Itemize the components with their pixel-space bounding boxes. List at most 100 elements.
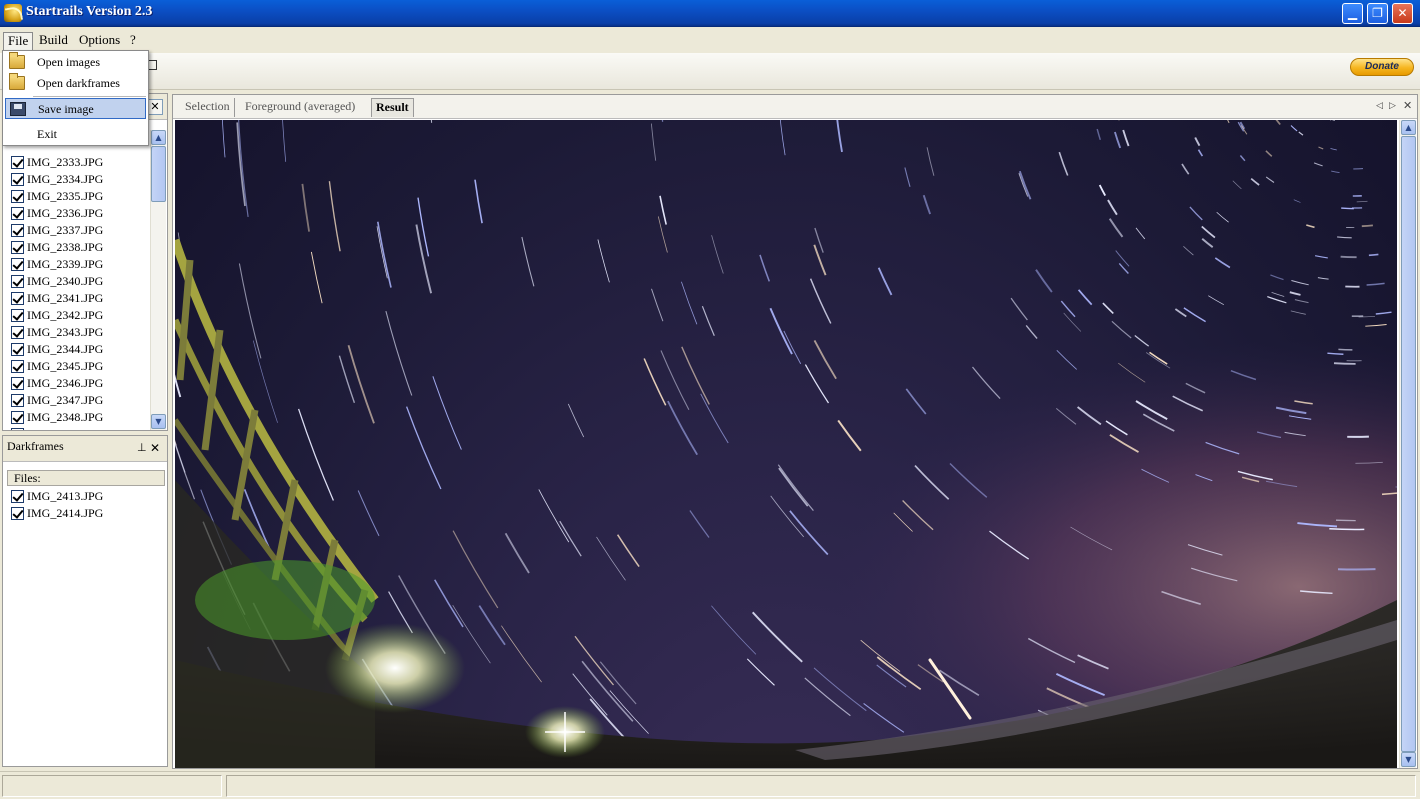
- menu-open-darkframes[interactable]: Open darkframes: [5, 73, 146, 94]
- file-row[interactable]: IMG_2344.JPG: [3, 341, 149, 358]
- file-name: IMG_2333.JPG: [27, 155, 104, 169]
- file-checkbox[interactable]: [11, 490, 24, 503]
- image-scrollbar[interactable]: ▲ ▼: [1399, 120, 1416, 768]
- file-checkbox[interactable]: [11, 428, 24, 430]
- file-row[interactable]: IMG_2336.JPG: [3, 205, 149, 222]
- file-row[interactable]: IMG_2349.JPG: [3, 426, 149, 430]
- file-checkbox[interactable]: [11, 190, 24, 203]
- file-row[interactable]: IMG_2340.JPG: [3, 273, 149, 290]
- star-trail: [1341, 207, 1354, 210]
- menu-open-images[interactable]: Open images: [5, 52, 146, 73]
- file-checkbox[interactable]: [11, 173, 24, 186]
- tab-prev-icon[interactable]: ◁: [1376, 101, 1383, 111]
- files-column-header[interactable]: Files:: [7, 470, 165, 486]
- star-trail: [1333, 362, 1356, 365]
- scroll-down-arrow[interactable]: ▼: [151, 414, 166, 429]
- menu-file[interactable]: File: [3, 32, 34, 50]
- images-scrollbar[interactable]: ▲ ▼: [150, 130, 166, 430]
- file-row[interactable]: IMG_2343.JPG: [3, 324, 149, 341]
- darkframe-file-list: IMG_2413.JPG IMG_2414.JPG: [3, 488, 163, 522]
- menu-open-images-label: Open images: [37, 55, 100, 69]
- file-name: IMG_2341.JPG: [27, 291, 104, 305]
- tab-bar: Selection Foreground (averaged) Result ◁…: [173, 95, 1417, 119]
- image-scroll-up-arrow[interactable]: ▲: [1401, 120, 1416, 135]
- image-scroll-thumb[interactable]: [1401, 136, 1416, 752]
- app-icon: [4, 4, 22, 22]
- file-row[interactable]: IMG_2334.JPG: [3, 171, 149, 188]
- file-checkbox[interactable]: [11, 507, 24, 520]
- menu-exit[interactable]: Exit: [5, 124, 146, 145]
- file-row[interactable]: IMG_2338.JPG: [3, 239, 149, 256]
- menu-save-image[interactable]: Save image: [5, 98, 146, 119]
- main-pane: Selection Foreground (averaged) Result ◁…: [172, 94, 1418, 769]
- file-checkbox[interactable]: [11, 309, 24, 322]
- minimize-button[interactable]: ▁: [1342, 3, 1363, 24]
- tab-result[interactable]: Result: [371, 98, 414, 117]
- menu-save-image-label: Save image: [38, 102, 94, 116]
- status-cell-1: [2, 775, 222, 797]
- file-row[interactable]: IMG_2333.JPG: [3, 154, 149, 171]
- image-scroll-down-arrow[interactable]: ▼: [1401, 752, 1416, 767]
- green-foliage: [195, 560, 375, 640]
- file-checkbox[interactable]: [11, 275, 24, 288]
- file-row[interactable]: IMG_2413.JPG: [3, 488, 163, 505]
- file-checkbox[interactable]: [11, 156, 24, 169]
- file-row[interactable]: IMG_2348.JPG: [3, 409, 149, 426]
- file-name: IMG_2345.JPG: [27, 359, 104, 373]
- file-checkbox[interactable]: [11, 377, 24, 390]
- maximize-button[interactable]: ❐: [1367, 3, 1388, 24]
- file-checkbox[interactable]: [11, 224, 24, 237]
- status-bar: [0, 771, 1420, 799]
- file-row[interactable]: IMG_2345.JPG: [3, 358, 149, 375]
- tab-foreground[interactable]: Foreground (averaged): [241, 98, 359, 117]
- window-title: Startrails Version 2.3: [26, 4, 153, 19]
- tab-next-icon[interactable]: ▷: [1389, 101, 1396, 111]
- file-name: IMG_2346.JPG: [27, 376, 104, 390]
- star-trail: [1368, 253, 1379, 257]
- file-row[interactable]: IMG_2342.JPG: [3, 307, 149, 324]
- file-row[interactable]: IMG_2339.JPG: [3, 256, 149, 273]
- star-trail: [1340, 255, 1357, 259]
- file-name: IMG_2348.JPG: [27, 410, 104, 424]
- close-icon: ✕: [1397, 6, 1408, 20]
- file-row[interactable]: IMG_2341.JPG: [3, 290, 149, 307]
- file-checkbox[interactable]: [11, 326, 24, 339]
- donate-button[interactable]: Donate: [1350, 58, 1414, 76]
- pin-icon[interactable]: ⊥: [137, 442, 147, 454]
- file-dropdown-menu: Open images Open darkframes Save image E…: [2, 50, 149, 146]
- file-name: IMG_2339.JPG: [27, 257, 104, 271]
- file-row[interactable]: IMG_2335.JPG: [3, 188, 149, 205]
- close-icon: ✕: [150, 441, 161, 455]
- file-checkbox[interactable]: [11, 292, 24, 305]
- file-checkbox[interactable]: [11, 411, 24, 424]
- file-checkbox[interactable]: [11, 258, 24, 271]
- scroll-up-arrow[interactable]: ▲: [151, 130, 166, 145]
- file-row[interactable]: IMG_2414.JPG: [3, 505, 163, 522]
- file-checkbox[interactable]: [11, 241, 24, 254]
- scroll-thumb[interactable]: [151, 146, 166, 202]
- file-checkbox[interactable]: [11, 394, 24, 407]
- result-image-viewer[interactable]: [175, 120, 1397, 768]
- file-name: IMG_2336.JPG: [27, 206, 104, 220]
- close-button[interactable]: ✕: [1392, 3, 1413, 24]
- lamp-glow: [325, 623, 465, 713]
- star-trail: [1329, 528, 1365, 531]
- file-name: IMG_2334.JPG: [27, 172, 104, 186]
- menu-build[interactable]: Build: [35, 32, 72, 50]
- menu-separator: [33, 96, 146, 97]
- images-pane-close-button[interactable]: ✕: [147, 99, 163, 115]
- file-name: IMG_2338.JPG: [27, 240, 104, 254]
- file-checkbox[interactable]: [11, 207, 24, 220]
- tab-close-icon[interactable]: ✕: [1403, 99, 1412, 112]
- darkframes-close-button[interactable]: ✕: [150, 442, 162, 454]
- tab-selection[interactable]: Selection: [181, 98, 235, 117]
- file-row[interactable]: IMG_2347.JPG: [3, 392, 149, 409]
- file-row[interactable]: IMG_2346.JPG: [3, 375, 149, 392]
- file-checkbox[interactable]: [11, 343, 24, 356]
- file-row[interactable]: IMG_2337.JPG: [3, 222, 149, 239]
- file-checkbox[interactable]: [11, 360, 24, 373]
- menu-options[interactable]: Options: [75, 32, 124, 50]
- star-trail: [1338, 348, 1353, 351]
- menu-help[interactable]: ?: [126, 32, 140, 50]
- restore-icon: ❐: [1372, 6, 1383, 20]
